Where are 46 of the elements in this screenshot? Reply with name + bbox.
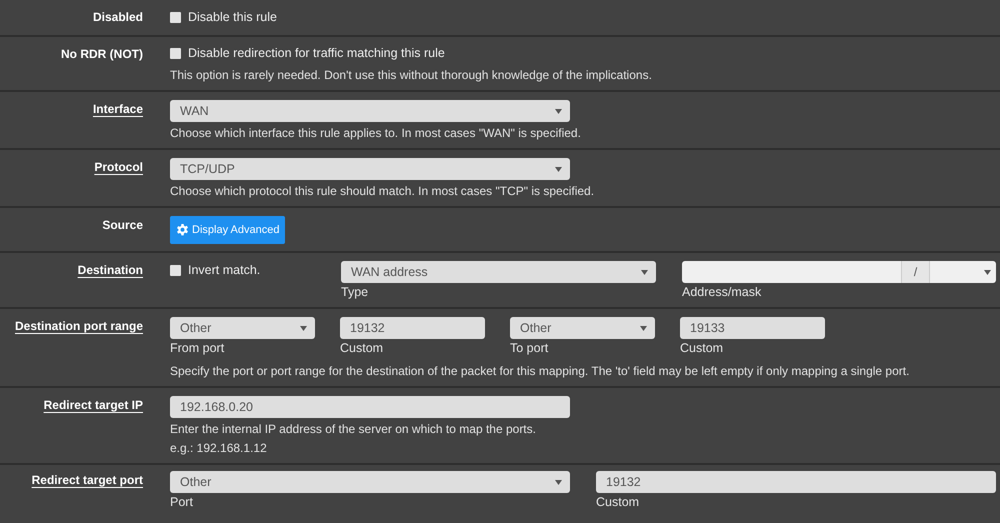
help-text: Choose which protocol this rule should match. In most cases "TCP" is specified. xyxy=(170,183,596,199)
checkbox[interactable]: Disable this rule xyxy=(170,8,277,26)
caret-icon xyxy=(555,480,562,484)
select-field[interactable]: WAN xyxy=(170,100,570,122)
field-caption: To port xyxy=(510,341,550,356)
help-text: e.g.: 192.168.1.12 xyxy=(170,440,268,456)
select-field[interactable]: Other xyxy=(510,317,655,339)
field-label: Source xyxy=(102,217,143,234)
separator-text: / xyxy=(902,261,930,283)
field-caption: Custom xyxy=(680,341,724,356)
caret-icon xyxy=(555,166,562,172)
help-text: Choose which interface this rule applies to. In most cases "WAN" is specified. xyxy=(170,125,582,141)
display-advanced-button[interactable]: Display Advanced xyxy=(170,216,286,244)
input-field[interactable]: 192.168.0.20 xyxy=(170,396,570,418)
field-caption: Custom xyxy=(340,341,384,356)
select-field[interactable]: TCP/UDP xyxy=(170,158,570,180)
field-caption: Type xyxy=(341,285,370,300)
help-text: Enter the internal IP address of the server on which to map the ports. xyxy=(170,421,537,437)
field-label-link[interactable]: Protocol xyxy=(94,158,143,199)
help-text: This option is rarely needed. Don't use this without thorough knowledge of the implications. xyxy=(170,67,653,83)
field-label-link[interactable]: Redirect target port xyxy=(32,471,143,510)
caret-icon xyxy=(641,270,648,274)
caret-icon xyxy=(984,270,991,274)
field-label-link[interactable]: Destination xyxy=(78,261,143,300)
select-field[interactable]: Other xyxy=(170,471,570,493)
checkbox[interactable]: Invert match. xyxy=(170,261,260,279)
field-caption: Port xyxy=(170,495,194,510)
field-caption: Address/mask xyxy=(682,285,762,300)
field-label: No RDR (NOT) xyxy=(61,46,143,62)
field-label: Disabled xyxy=(92,9,143,26)
caret-icon xyxy=(300,326,307,330)
gear-icon xyxy=(176,224,189,236)
field-caption: From port xyxy=(170,341,226,356)
input-field[interactable]: 19132 xyxy=(340,317,485,339)
select-field[interactable]: Other xyxy=(170,317,315,339)
field-label-link[interactable]: Destination port range xyxy=(14,317,143,379)
caret-icon xyxy=(640,326,647,330)
input-field[interactable]: 19133 xyxy=(680,317,825,339)
input-field[interactable]: 19132 xyxy=(596,471,996,493)
help-text: Specify the port or port range for the destination of the packet for this mapping. The 'to' field may be left empty if only mapping a single port. xyxy=(170,363,910,379)
field-label-link[interactable]: Redirect target IP xyxy=(44,396,143,456)
select-field[interactable]: WAN address xyxy=(341,261,656,283)
field-caption: Custom xyxy=(596,495,640,510)
checkbox[interactable]: Disable redirection for traffic matching this rule xyxy=(170,44,445,62)
caret-icon xyxy=(555,108,562,114)
field-label-link[interactable]: Interface xyxy=(92,100,143,141)
